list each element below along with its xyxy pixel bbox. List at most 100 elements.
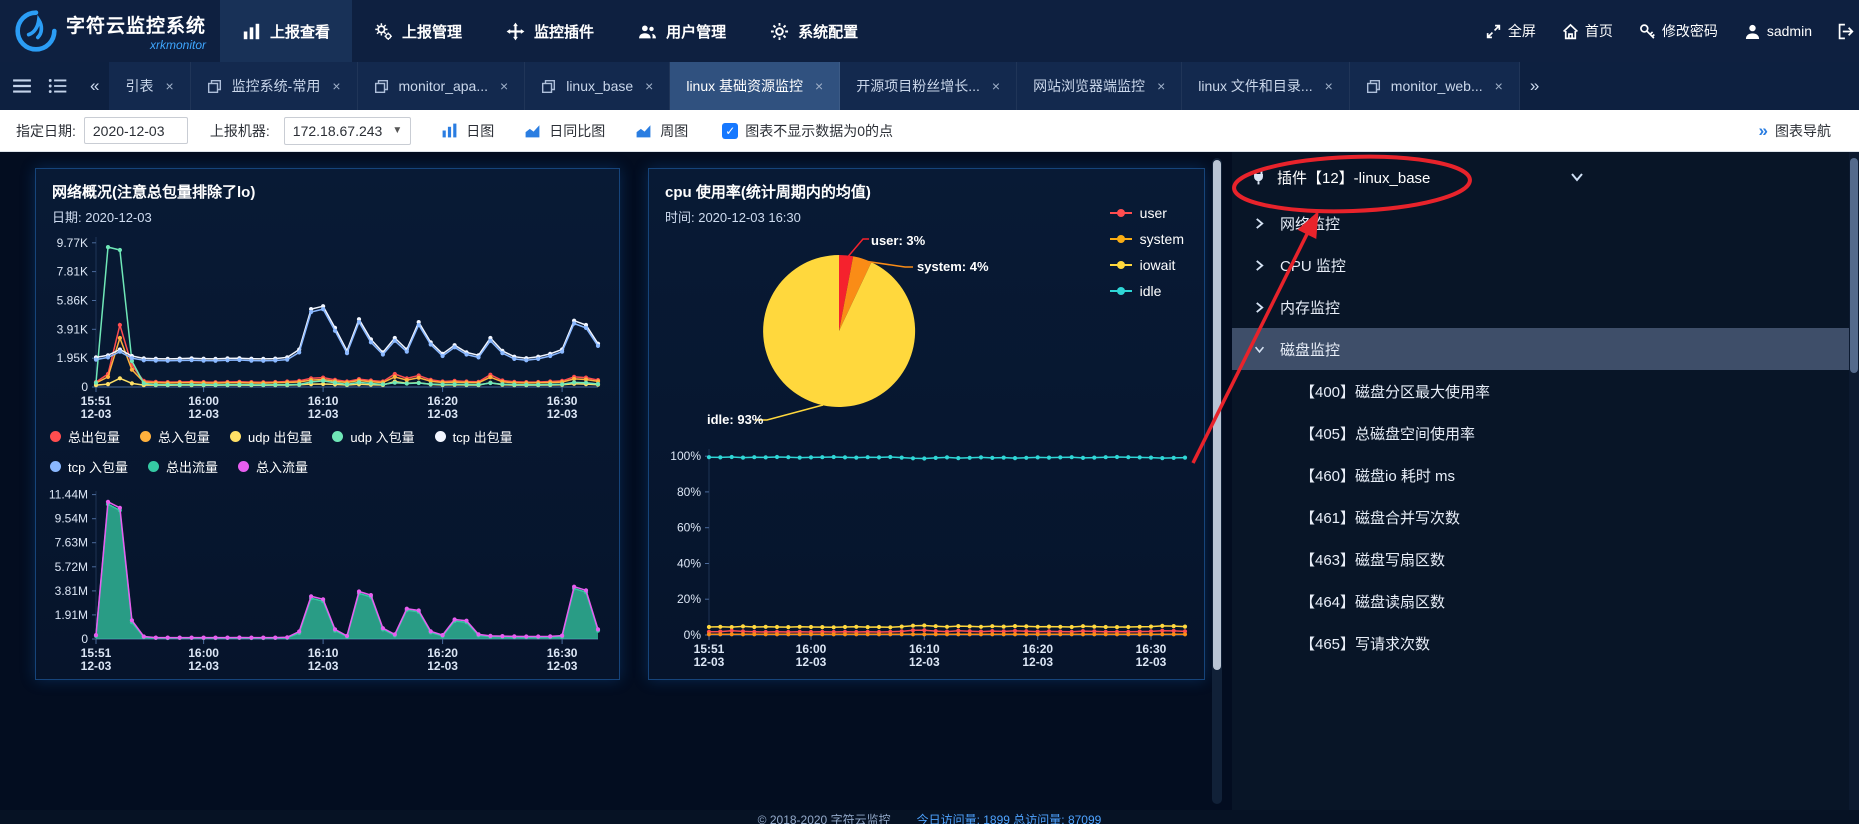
button-label: 日同比图	[549, 121, 605, 141]
svg-text:12-03: 12-03	[547, 659, 578, 673]
tabs-scroll-right[interactable]: »	[1520, 62, 1549, 110]
tab-6[interactable]: 开源项目粉丝增长...×	[840, 62, 1017, 110]
nav-link-fullscreen[interactable]: 全屏	[1485, 21, 1536, 41]
tree-group-4[interactable]: 磁盘监控	[1232, 328, 1849, 370]
nav-link-key[interactable]: 修改密码	[1639, 21, 1718, 41]
tab-close-icon[interactable]: ×	[332, 78, 340, 94]
list-icon[interactable]	[48, 78, 68, 94]
tree-leaf[interactable]: 【460】磁盘io 耗时 ms	[1232, 454, 1849, 496]
nav-link-label: sadmin	[1767, 23, 1812, 39]
svg-text:40%: 40%	[677, 557, 701, 571]
svg-text:15:51: 15:51	[81, 394, 112, 408]
tab-2[interactable]: 监控系统-常用×	[191, 62, 358, 110]
legend-item[interactable]: 总入流量	[238, 457, 308, 476]
tab-7[interactable]: 网站浏览器端监控×	[1017, 62, 1182, 110]
tab-close-icon[interactable]: ×	[645, 78, 653, 94]
nav-link-label: 全屏	[1508, 21, 1536, 41]
tabs-scroll-left[interactable]: «	[80, 62, 109, 110]
day-chart-button[interactable]: 日图	[441, 121, 494, 141]
svg-text:16:00: 16:00	[188, 646, 219, 660]
legend-item[interactable]: tcp 出包量	[435, 427, 513, 446]
tab-9[interactable]: monitor_web...×	[1350, 62, 1520, 110]
tree-leaf[interactable]: 【400】磁盘分区最大使用率	[1232, 370, 1849, 412]
tab-close-icon[interactable]: ×	[1157, 78, 1165, 94]
plugin-header[interactable]: 插件【12】-linux_base	[1232, 152, 1849, 202]
chevron-right-icon	[1254, 301, 1265, 314]
machine-select[interactable]: 172.18.67.243 ▼	[284, 117, 411, 145]
legend-marker-icon	[435, 431, 446, 442]
tab-close-icon[interactable]: ×	[1495, 78, 1503, 94]
legend-item[interactable]: udp 入包量	[332, 427, 414, 446]
scrollbar-thumb[interactable]	[1213, 160, 1221, 670]
hamburger-icon[interactable]	[12, 78, 32, 94]
legend-item[interactable]: udp 出包量	[230, 427, 312, 446]
week-chart-button[interactable]: 周图	[635, 121, 688, 141]
svg-text:12-03: 12-03	[1022, 655, 1053, 669]
chevron-down-icon[interactable]	[1570, 171, 1584, 183]
legend-item[interactable]: user	[1110, 205, 1184, 221]
tab-1[interactable]: 引表×	[109, 62, 190, 110]
plugin-header-label: 插件【12】-linux_base	[1277, 167, 1430, 188]
legend-label: 总出包量	[68, 427, 120, 446]
svg-text:9.77K: 9.77K	[57, 236, 88, 250]
app-logo[interactable]: 字符云监控系统 xrkmonitor	[0, 9, 220, 53]
svg-text:user: 3%: user: 3%	[871, 233, 926, 248]
svg-text:16:00: 16:00	[796, 642, 827, 656]
tab-close-icon[interactable]: ×	[815, 78, 823, 94]
nav-link-home[interactable]: 首页	[1562, 21, 1613, 41]
footer-stats: 今日访问量: 1899 总访问量: 87099	[917, 810, 1102, 824]
menu-item-users[interactable]: 用户管理	[616, 0, 748, 62]
tab-close-icon[interactable]: ×	[1325, 78, 1333, 94]
menu-item-gears[interactable]: 上报管理	[352, 0, 484, 62]
plugin-icon	[506, 22, 525, 41]
tree-leaf[interactable]: 【405】总磁盘空间使用率	[1232, 412, 1849, 454]
tab-4[interactable]: linux_base ×	[525, 62, 670, 110]
footer-copyright: © 2018-2020 字符云监控	[758, 810, 891, 824]
tree-leaf[interactable]: 【461】磁盘合并写次数	[1232, 496, 1849, 538]
top-nav: 字符云监控系统 xrkmonitor 上报查看上报管理监控插件用户管理系统配置 …	[0, 0, 1859, 62]
nav-link-label: 修改密码	[1662, 21, 1718, 41]
tab-close-icon[interactable]: ×	[165, 78, 173, 94]
footer: © 2018-2020 字符云监控 今日访问量: 1899 总访问量: 8709…	[0, 810, 1859, 824]
scrollbar-thumb[interactable]	[1850, 158, 1858, 373]
bar-chart-icon	[441, 122, 458, 139]
content-scrollbar[interactable]	[1212, 158, 1222, 804]
svg-text:16:10: 16:10	[308, 646, 339, 660]
tab-icon	[541, 79, 556, 94]
legend-item[interactable]: 总出包量	[50, 427, 120, 446]
tree-leaf[interactable]: 【464】磁盘读扇区数	[1232, 580, 1849, 622]
tree-group-2[interactable]: CPU 监控	[1232, 244, 1849, 286]
menu-item-label: 用户管理	[666, 21, 726, 42]
menu-item-gear[interactable]: 系统配置	[748, 0, 880, 62]
nav-link-user[interactable]: sadmin	[1744, 23, 1812, 40]
page-scrollbar[interactable]	[1849, 152, 1859, 810]
tree-leaf[interactable]: 【463】磁盘写扇区数	[1232, 538, 1849, 580]
legend-item[interactable]: 总出流量	[148, 457, 218, 476]
tab-list: «引表×监控系统-常用×monitor_apa...×linux_base×li…	[80, 62, 1549, 110]
legend-item[interactable]: 总入包量	[140, 427, 210, 446]
date-input[interactable]	[84, 117, 188, 144]
tab-close-icon[interactable]: ×	[500, 78, 508, 94]
tab-label: linux_base	[566, 78, 633, 94]
users-icon	[638, 22, 657, 41]
plugin-sidebar: 插件【12】-linux_base 网络监控CPU 监控内存监控磁盘监控【400…	[1232, 152, 1849, 810]
chart-nav-toggle[interactable]: » 图表导航	[1759, 121, 1843, 141]
tab-5[interactable]: linux 基础资源监控×	[670, 62, 840, 110]
tree-leaf[interactable]: 【465】写请求次数	[1232, 622, 1849, 664]
day-compare-chart-button[interactable]: 日同比图	[524, 121, 605, 141]
menu-item-label: 上报查看	[270, 21, 330, 42]
app-subtitle: xrkmonitor	[66, 38, 206, 52]
logout-icon	[1838, 23, 1855, 40]
tab-3[interactable]: monitor_apa...×	[358, 62, 526, 110]
tree-group-3[interactable]: 内存监控	[1232, 286, 1849, 328]
hide-zero-label: 图表不显示数据为0的点	[745, 121, 893, 141]
tree-group-1[interactable]: 网络监控	[1232, 202, 1849, 244]
svg-text:16:10: 16:10	[909, 642, 940, 656]
hide-zero-checkbox[interactable]: ✓	[722, 123, 738, 139]
menu-item-bar-chart[interactable]: 上报查看	[220, 0, 352, 62]
nav-link-logout[interactable]: 退出	[1838, 21, 1859, 41]
legend-item[interactable]: tcp 入包量	[50, 457, 128, 476]
menu-item-plugin[interactable]: 监控插件	[484, 0, 616, 62]
tab-8[interactable]: linux 文件和目录...×	[1182, 62, 1350, 110]
tab-close-icon[interactable]: ×	[992, 78, 1000, 94]
